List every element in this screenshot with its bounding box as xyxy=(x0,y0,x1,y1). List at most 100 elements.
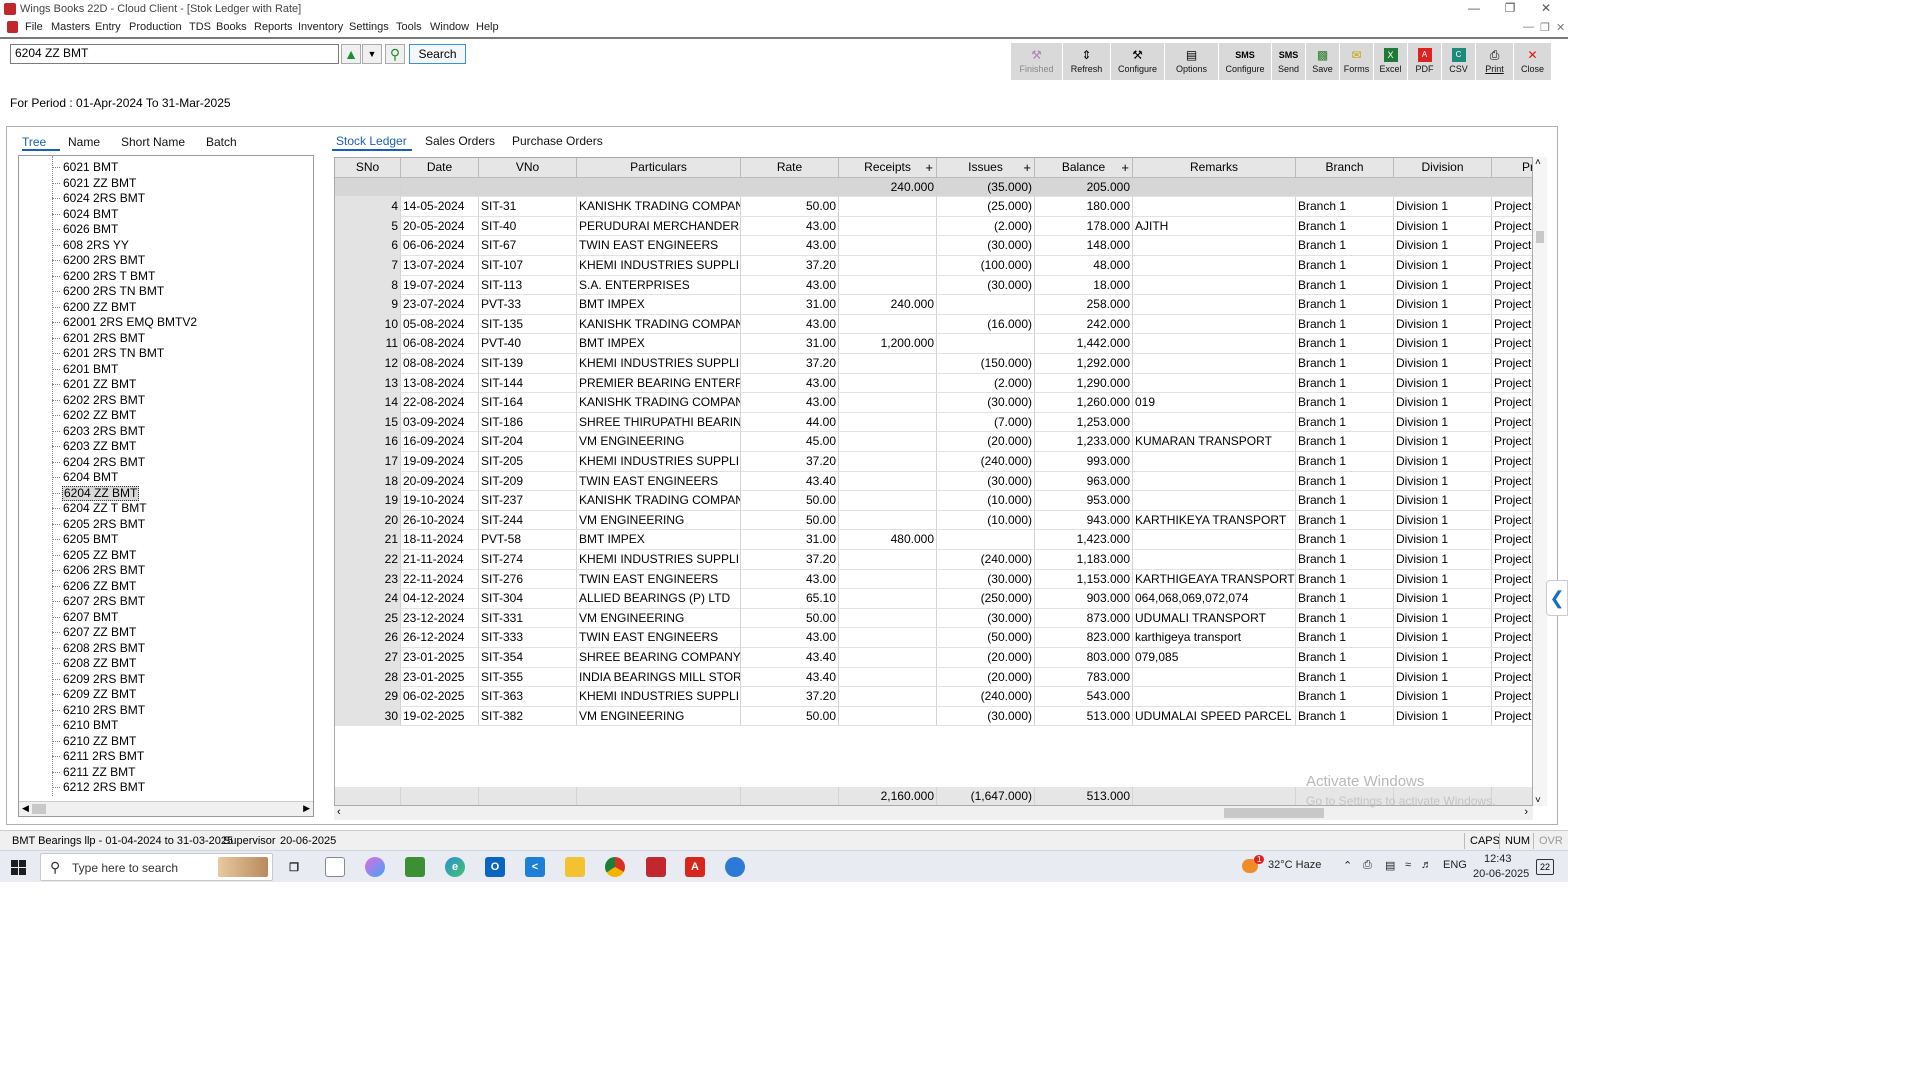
cell-particulars[interactable]: S.A. ENTERPRISES xyxy=(577,275,741,296)
table-row[interactable]: 30 19-02-2025 SIT-382 VM ENGINEERING 50.00 (3… xyxy=(335,706,1532,727)
scroll-down-icon[interactable]: ˅ xyxy=(1535,795,1541,806)
cell-particulars[interactable]: BMT IMPEX xyxy=(577,295,741,315)
sms-configure-button[interactable]: SMS Configure xyxy=(1219,43,1272,80)
cell-issues[interactable]: (10.000) xyxy=(937,510,1035,531)
file-explorer-icon[interactable] xyxy=(565,857,585,877)
cell-balance[interactable]: 180.000 xyxy=(1035,197,1133,217)
tree-item[interactable]: 6205 BMT xyxy=(52,532,119,548)
cell-division[interactable]: Division 1 xyxy=(1394,295,1492,315)
table-row[interactable]: 23 22-11-2024 SIT-276 TWIN EAST ENGINEERS 43… xyxy=(335,569,1532,590)
cell-vno[interactable]: SIT-355 xyxy=(479,667,577,688)
cell-project[interactable]: Project 1 xyxy=(1492,570,1532,590)
table-row[interactable]: 15 03-09-2024 SIT-186 SHREE THIRUPATHI BEAR… xyxy=(335,412,1532,433)
cell-remarks[interactable] xyxy=(1133,334,1296,354)
cell-sno[interactable]: 20 xyxy=(335,510,401,531)
cell-rate[interactable]: 37.20 xyxy=(741,687,839,707)
cell-date[interactable]: 20-05-2024 xyxy=(401,216,479,237)
cell-division[interactable]: Division 1 xyxy=(1394,236,1492,256)
cell-issues[interactable]: (30.000) xyxy=(937,393,1035,413)
tree-item[interactable]: 62001 2RS EMQ BMTV2 xyxy=(52,315,198,331)
cell-receipts[interactable] xyxy=(839,569,937,590)
send-button[interactable]: SMS Send xyxy=(1272,43,1306,80)
cell-issues[interactable]: (20.000) xyxy=(937,667,1035,688)
table-row[interactable]: 27 23-01-2025 SIT-354 SHREE BEARING COMPANY… xyxy=(335,648,1532,668)
col-balance[interactable]: Balance + xyxy=(1035,158,1133,178)
col-rate[interactable]: Rate xyxy=(741,158,839,178)
tree-item[interactable]: 6205 2RS BMT xyxy=(52,517,146,533)
cell-project[interactable]: Project 1 xyxy=(1492,550,1532,570)
cell-branch[interactable]: Branch 1 xyxy=(1296,471,1394,492)
cell-balance[interactable]: 178.000 xyxy=(1035,216,1133,237)
cell-division[interactable]: Division 1 xyxy=(1394,452,1492,472)
cell-receipts[interactable] xyxy=(839,216,937,237)
tree-item[interactable]: 6202 ZZ BMT xyxy=(52,408,137,424)
cell-date[interactable]: 08-08-2024 xyxy=(401,354,479,374)
cell-division[interactable]: Division 1 xyxy=(1394,373,1492,394)
cell-particulars[interactable]: VM ENGINEERING xyxy=(577,432,741,452)
cell-branch[interactable]: Branch 1 xyxy=(1296,412,1394,433)
cell-remarks[interactable]: 064,068,069,072,074 xyxy=(1133,589,1296,609)
cell-date[interactable]: 06-06-2024 xyxy=(401,236,479,256)
cell-remarks[interactable] xyxy=(1133,236,1296,256)
cell-branch[interactable]: Branch 1 xyxy=(1296,197,1394,217)
cell-issues[interactable]: (30.000) xyxy=(937,236,1035,256)
expand-receipts-icon[interactable]: + xyxy=(925,161,933,174)
cell-sno[interactable]: 24 xyxy=(335,589,401,609)
cell-issues[interactable]: (2.000) xyxy=(937,373,1035,394)
table-row[interactable]: 7 13-07-2024 SIT-107 KHEMI INDUSTRIES SUPPL… xyxy=(335,256,1532,276)
cell-division[interactable]: Division 1 xyxy=(1394,648,1492,668)
cell-branch[interactable]: Branch 1 xyxy=(1296,256,1394,276)
table-row[interactable]: 16 16-09-2024 SIT-204 VM ENGINEERING 45.00 (2… xyxy=(335,432,1532,452)
cell-project[interactable]: Project 1 xyxy=(1492,236,1532,256)
cell-balance[interactable]: 1,183.000 xyxy=(1035,550,1133,570)
chevron-down-icon[interactable]: ▼ xyxy=(362,44,382,64)
cell-sno[interactable]: 13 xyxy=(335,373,401,394)
cell-receipts[interactable] xyxy=(839,236,937,256)
cell-project[interactable]: Project 1 xyxy=(1492,452,1532,472)
cell-branch[interactable]: Branch 1 xyxy=(1296,295,1394,315)
cell-balance[interactable]: 513.000 xyxy=(1035,706,1133,727)
cell-rate[interactable]: 50.00 xyxy=(741,706,839,727)
cell-date[interactable]: 16-09-2024 xyxy=(401,432,479,452)
cell-vno[interactable]: SIT-333 xyxy=(479,628,577,648)
cell-particulars[interactable]: KHEMI INDUSTRIES SUPPLIERS xyxy=(577,550,741,570)
cell-issues[interactable]: (240.000) xyxy=(937,687,1035,707)
cell-issues[interactable]: (240.000) xyxy=(937,452,1035,472)
tree-item[interactable]: 6203 ZZ BMT xyxy=(52,439,137,455)
cell-date[interactable]: 20-09-2024 xyxy=(401,471,479,492)
tree-item[interactable]: 6021 BMT xyxy=(52,160,119,176)
cell-branch[interactable]: Branch 1 xyxy=(1296,706,1394,727)
cell-particulars[interactable]: TWIN EAST ENGINEERS xyxy=(577,569,741,590)
cell-issues[interactable]: (240.000) xyxy=(937,550,1035,570)
cell-remarks[interactable] xyxy=(1133,530,1296,550)
cell-balance[interactable]: 963.000 xyxy=(1035,471,1133,492)
tree-item[interactable]: 6205 ZZ BMT xyxy=(52,548,137,564)
close-button[interactable]: ✕ Close xyxy=(1514,43,1552,80)
col-project[interactable]: Pr xyxy=(1492,158,1532,178)
cell-issues[interactable]: (30.000) xyxy=(937,275,1035,296)
cell-project[interactable]: Project 1 xyxy=(1492,668,1532,688)
cell-remarks[interactable]: karthigeya transport xyxy=(1133,628,1296,648)
cell-rate[interactable]: 43.40 xyxy=(741,648,839,668)
cell-issues[interactable] xyxy=(937,530,1035,550)
cell-division[interactable]: Division 1 xyxy=(1394,667,1492,688)
cell-balance[interactable]: 783.000 xyxy=(1035,667,1133,688)
cell-balance[interactable]: 943.000 xyxy=(1035,510,1133,531)
col-remarks[interactable]: Remarks xyxy=(1133,158,1296,178)
cell-vno[interactable]: SIT-244 xyxy=(479,510,577,531)
cell-date[interactable]: 23-01-2025 xyxy=(401,667,479,688)
cell-rate[interactable]: 43.40 xyxy=(741,471,839,492)
tree-item[interactable]: 6211 ZZ BMT xyxy=(52,765,136,781)
notification-icon[interactable]: 22 xyxy=(1536,859,1554,875)
col-date[interactable]: Date xyxy=(401,158,479,178)
cell-branch[interactable]: Branch 1 xyxy=(1296,373,1394,394)
cell-receipts[interactable]: 1,200.000 xyxy=(839,334,937,354)
cell-vno[interactable]: SIT-237 xyxy=(479,491,577,511)
cell-receipts[interactable] xyxy=(839,354,937,374)
cell-division[interactable]: Division 1 xyxy=(1394,393,1492,413)
cell-remarks[interactable] xyxy=(1133,491,1296,511)
cell-rate[interactable]: 31.00 xyxy=(741,295,839,315)
cell-rate[interactable]: 43.00 xyxy=(741,216,839,237)
forms-button[interactable]: ✉ Forms xyxy=(1340,43,1374,80)
cell-remarks[interactable] xyxy=(1133,354,1296,374)
